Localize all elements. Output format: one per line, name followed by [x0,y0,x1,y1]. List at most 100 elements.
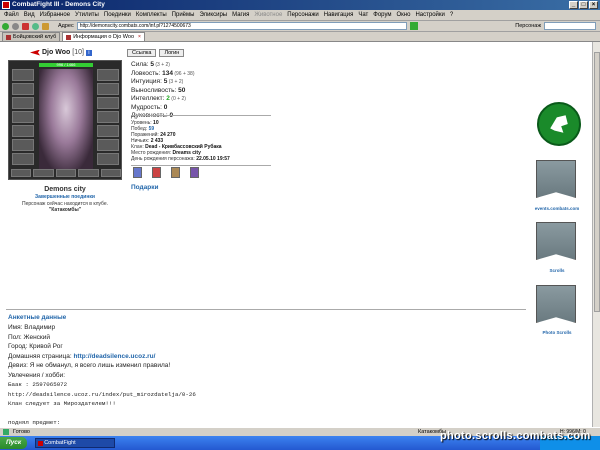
equip-slot-pants[interactable] [97,139,119,151]
stat-row: Интеллект: 2 (0 + 2) [131,95,186,102]
start-button[interactable]: Пуск [0,437,28,449]
menu-item[interactable]: Приёмы [172,12,195,18]
equip-slot-helmet[interactable] [12,69,34,81]
scroll-slot[interactable] [100,169,122,177]
equip-slot-earrings[interactable] [97,69,119,81]
menu-item[interactable]: Чат [358,12,368,18]
scrolls-banner-icon[interactable] [536,222,576,260]
tab-1[interactable]: Информация о Djo Woo × [62,32,145,41]
profile-line: поднял предмет: [8,419,61,426]
detail-row: День рождения персонажа: 22.05.10 19:57 [131,156,230,162]
emblem-icon[interactable] [133,167,142,178]
back-icon[interactable] [2,22,9,30]
tab-label: Бойцовский клуб [13,34,57,40]
menu-item[interactable]: Животное [254,12,282,18]
menu-item[interactable]: Комплекты [136,12,167,18]
link-button[interactable]: Ссылка [127,49,157,57]
stat-row: Выносливость: 50 [131,86,186,94]
menu-item[interactable]: Магия [232,12,249,18]
character-buttons: Ссылка Логин [127,49,185,57]
scroll-slot[interactable] [78,169,99,177]
divider [6,309,526,310]
equip-slot-ring-2[interactable] [97,97,119,109]
menu-item[interactable]: ? [450,12,453,18]
menu-item[interactable]: Форум [373,12,391,18]
character-search-label: Персонаж [515,23,541,29]
stat-row: Интуиция: 5 (3 + 2) [131,78,184,85]
profile-line: Баак : 2597065072 [8,381,68,388]
character-search-input[interactable] [544,22,596,30]
menu-item[interactable]: Эликсиры [199,12,227,18]
login-button[interactable]: Логин [159,49,185,57]
app-icon [2,1,10,9]
maximize-button[interactable]: □ [579,1,588,9]
status-text: Готово [13,429,30,435]
equipment-slots-left [12,69,34,165]
address-toolbar: Адрес http://demonscity.combats.com/inf.… [0,21,600,32]
equip-slot-ring-1[interactable] [97,83,119,95]
page-status-icon [3,429,9,435]
stop-icon[interactable] [22,22,29,30]
scrollbar-thumb[interactable] [594,52,600,312]
alignment-icon [30,49,40,56]
menu-item[interactable]: Навигация [324,12,354,18]
forward-icon[interactable] [12,22,19,30]
info-icon[interactable]: i [85,49,92,56]
taskbar-item[interactable]: CombatFight [35,438,116,448]
scroll-slot[interactable] [55,169,77,177]
emblem-icon[interactable] [152,167,161,178]
battles-link[interactable]: Завершенные поединки [8,194,122,200]
events-link[interactable]: events.combats.com [532,206,582,211]
menu-item[interactable]: Персонажи [287,12,318,18]
menu-item[interactable]: Файл [4,12,19,18]
scroll-slot[interactable] [33,169,54,177]
menu-item[interactable]: Окно [397,12,411,18]
menu-item[interactable]: Настройки [415,12,444,18]
emblem-icon[interactable] [171,167,180,178]
menu-item[interactable]: Вид [24,12,35,18]
equip-slot-gloves[interactable] [12,139,34,151]
equipment-slots-right [97,69,119,165]
minimize-button[interactable]: _ [569,1,578,9]
photo-scrolls-banner-icon[interactable] [536,285,576,323]
menu-item[interactable]: Утилиты [75,12,99,18]
vertical-scrollbar[interactable] [592,42,600,427]
home-icon[interactable] [42,22,49,30]
site-logo-icon[interactable] [537,102,581,146]
profile-line: Пол: Женский [8,333,51,341]
menu-item[interactable]: Избранное [40,12,70,18]
homepage-link[interactable]: http://deadsilence.ucoz.ru/ [73,353,155,360]
tab-bar: Бойцовский клуб Информация о Djo Woo × [0,32,600,42]
tab-close-icon[interactable]: × [138,33,141,41]
equip-slot-belt[interactable] [12,125,34,137]
menu-bar: Файл Вид Избранное Утилиты Поединки Комплекты… [0,10,600,21]
menu-item[interactable]: Поединки [104,12,131,18]
tab-label: Информация о Djo Woo [73,34,134,40]
scroll-slot[interactable] [11,169,32,177]
equip-slot-armor[interactable] [12,111,34,123]
equip-slot-shield[interactable] [97,111,119,123]
refresh-icon[interactable] [32,22,39,30]
address-input[interactable]: http://demonscity.combats.com/inf.pl?127… [76,22,407,30]
tab-0[interactable]: Бойцовский клуб [2,32,61,41]
equip-slot-weapon[interactable] [12,97,34,109]
scrolls-link[interactable]: Scrolls [532,268,582,273]
character-name[interactable]: Djo Woo [42,49,70,56]
photo-scrolls-link[interactable]: Photo Scrolls [532,330,582,335]
equip-slot-necklace[interactable] [12,83,34,95]
stats-list: Сила: 5 (3 + 2) Ловкость: 134 (96 + 38) Ин… [131,61,271,121]
divider [131,115,271,116]
location-name: "Катакомбы" [48,207,82,213]
equip-slot-bracers[interactable] [97,125,119,137]
go-icon[interactable] [409,22,418,30]
events-banner-icon[interactable] [536,160,576,198]
gifts-link[interactable]: Подарки [131,184,159,191]
equip-slot-boots[interactable] [12,153,34,165]
character-figure [39,69,93,169]
profile-line [8,409,528,419]
watermark: photo.scrolls.combats.com [440,430,591,442]
close-button[interactable]: × [589,1,598,9]
emblem-icon[interactable] [190,167,199,178]
profile-line: Девиз: Я не обманул, я всего лишь измени… [8,362,171,369]
equip-slot-cloak[interactable] [97,153,119,165]
